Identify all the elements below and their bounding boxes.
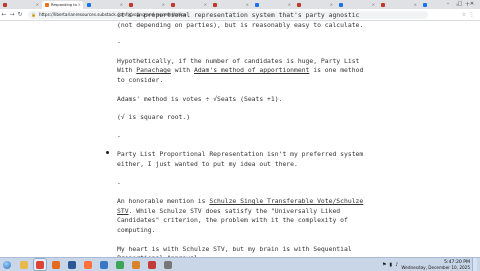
app-gray-icon <box>164 260 172 269</box>
taskbar-media-button[interactable] <box>50 259 62 270</box>
system-tray: ⚑ ▮ ♪ 5:47:20 PM Wednesday, December 10,… <box>382 258 477 271</box>
browser-tab[interactable]: × <box>0 1 41 9</box>
article-body: it's a proportional representation syste… <box>117 11 367 264</box>
app-blue-icon <box>100 260 108 269</box>
tab-close-icon[interactable]: × <box>162 1 165 9</box>
taskbar-word-button[interactable] <box>66 259 78 270</box>
tab-close-icon[interactable]: × <box>288 1 291 9</box>
tab-strip: ×Responding to Kyrt...××××××××××+ – □ ✕ <box>0 0 480 9</box>
minimize-icon[interactable]: – <box>442 0 454 8</box>
tab-close-icon[interactable]: × <box>330 1 333 9</box>
separator: - <box>117 178 121 187</box>
browser-tab[interactable]: × <box>126 1 167 9</box>
tab-close-icon[interactable]: × <box>246 1 249 9</box>
menu-icon[interactable]: ⋮ <box>468 12 476 18</box>
tab-close-icon[interactable]: × <box>414 1 417 9</box>
network-icon[interactable]: ▮ <box>389 262 392 268</box>
separator: - <box>117 38 121 47</box>
tab-close-icon[interactable]: × <box>78 1 81 9</box>
paragraph: Hypothetically, if the number of candida… <box>117 56 364 84</box>
taskbar-app-orange-button[interactable] <box>130 259 142 270</box>
paragraph: Adams' method is votes ÷ √Seats (Seats +… <box>117 94 283 103</box>
media-icon <box>52 260 60 269</box>
tab-close-icon[interactable]: × <box>120 1 123 9</box>
paragraph: (√ is square root.) <box>117 113 191 122</box>
favicon-icon <box>381 3 385 7</box>
clock[interactable]: 5:47:20 PM Wednesday, December 10, 2025 <box>401 260 470 270</box>
cursor-dot <box>106 151 109 154</box>
firefox-icon <box>84 260 92 269</box>
browser-tab[interactable]: × <box>252 1 293 9</box>
favicon-icon <box>3 3 7 7</box>
taskbar-app-blue-button[interactable] <box>98 259 110 270</box>
favicon-icon <box>213 3 217 7</box>
tab-close-icon[interactable]: × <box>204 1 207 9</box>
show-desktop-button[interactable] <box>472 258 477 271</box>
app-red-icon <box>148 260 156 269</box>
reload-icon[interactable]: ↻ <box>16 11 24 18</box>
tab-close-icon[interactable]: × <box>372 1 375 9</box>
close-window-icon[interactable]: ✕ <box>466 0 478 8</box>
taskbar-firefox-button[interactable] <box>82 259 94 270</box>
tab-close-icon[interactable]: × <box>36 1 39 9</box>
windows-orb-icon <box>3 260 11 269</box>
paragraph: it's a proportional representation syste… <box>117 11 364 29</box>
paragraph: Party List Proportional Representation i… <box>117 150 364 168</box>
favicon-icon <box>129 3 133 7</box>
taskbar-explorer-button[interactable] <box>18 259 30 270</box>
taskbar-chrome-button[interactable] <box>33 258 47 271</box>
taskbar-app-red-button[interactable] <box>146 259 158 270</box>
browser-tab[interactable]: × <box>84 1 125 9</box>
favicon-icon <box>45 3 49 7</box>
lock-icon: 🔒 <box>31 12 36 17</box>
explorer-icon <box>20 260 28 269</box>
adams-method-link[interactable]: Adam's method of apportionment <box>194 66 309 74</box>
clock-date: Wednesday, December 10, 2025 <box>401 264 470 270</box>
word-icon <box>68 260 76 269</box>
maximize-icon[interactable]: □ <box>454 0 466 8</box>
separator: - <box>117 131 121 140</box>
star-icon[interactable]: ☆ <box>460 12 468 18</box>
flag-icon[interactable]: ⚑ <box>382 262 386 268</box>
browser-tab[interactable]: × <box>336 1 377 9</box>
taskbar: ⚑ ▮ ♪ 5:47:20 PM Wednesday, December 10,… <box>0 257 480 271</box>
browser-tab[interactable]: Responding to Kyrt...× <box>42 1 83 9</box>
favicon-icon <box>171 3 175 7</box>
browser-tab[interactable]: × <box>294 1 335 9</box>
favicon-icon <box>423 3 427 7</box>
volume-icon[interactable]: ♪ <box>395 262 398 268</box>
taskbar-app-green-button[interactable] <box>114 259 126 270</box>
favicon-icon <box>339 3 343 7</box>
favicon-icon <box>87 3 91 7</box>
paragraph: An honorable mention is Schulze Single T… <box>117 197 364 234</box>
start-button[interactable] <box>0 258 14 271</box>
browser-tab[interactable]: × <box>168 1 209 9</box>
chrome-icon <box>36 260 44 269</box>
favicon-icon <box>255 3 259 7</box>
browser-tab[interactable]: × <box>210 1 251 9</box>
tab-label: Responding to Kyrt... <box>51 3 78 7</box>
app-green-icon <box>116 260 124 269</box>
app-orange-icon <box>132 260 140 269</box>
panachage-link[interactable]: Panachage <box>136 66 171 74</box>
browser-tab[interactable]: × <box>378 1 419 9</box>
back-icon[interactable]: ← <box>0 11 8 18</box>
forward-icon[interactable]: → <box>8 11 16 18</box>
taskbar-app-gray-button[interactable] <box>162 259 174 270</box>
favicon-icon <box>297 3 301 7</box>
window-controls: – □ ✕ <box>442 0 478 8</box>
